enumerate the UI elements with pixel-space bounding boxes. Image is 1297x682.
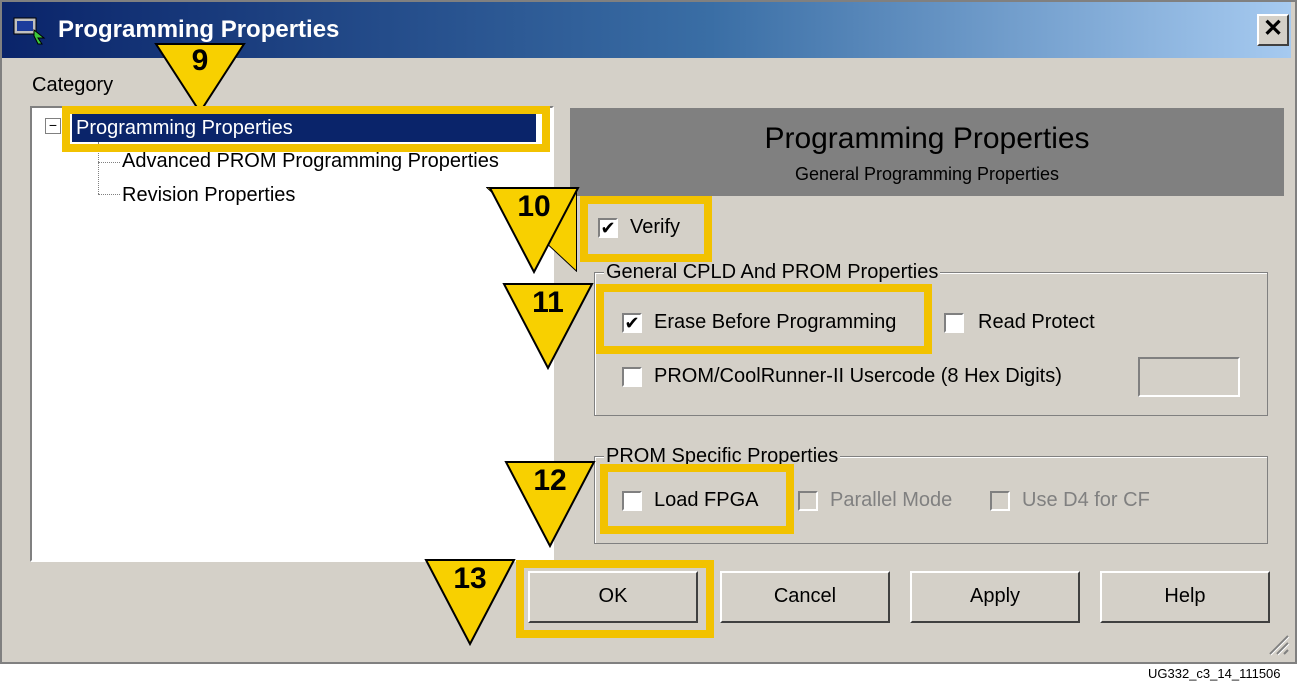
- usercode-label[interactable]: PROM/CoolRunner-II Usercode (8 Hex Digit…: [654, 365, 1062, 388]
- page-header: Programming Properties General Programmi…: [570, 108, 1284, 196]
- close-button[interactable]: ✕: [1257, 14, 1289, 46]
- callout-11-number: 11: [532, 286, 564, 319]
- page-title: Programming Properties: [764, 122, 1090, 155]
- callout-11-highlight: [596, 284, 932, 354]
- tree-item-revision-properties[interactable]: Revision Properties: [122, 184, 295, 207]
- help-button[interactable]: Help: [1100, 571, 1270, 623]
- callout-12-highlight: [600, 464, 794, 534]
- cancel-button[interactable]: Cancel: [720, 571, 890, 623]
- tree-connector: [98, 194, 120, 195]
- callout-9-highlight: [62, 106, 550, 152]
- page-subtitle: General Programming Properties: [794, 164, 1060, 184]
- usercode-checkbox[interactable]: [622, 367, 642, 387]
- collapse-icon[interactable]: −: [45, 118, 61, 134]
- callout-10-number: 10: [517, 190, 551, 223]
- general-properties-legend: General CPLD And PROM Properties: [604, 261, 941, 284]
- usercode-input[interactable]: [1138, 357, 1240, 397]
- apply-button[interactable]: Apply: [910, 571, 1080, 623]
- parallel-mode-label: Parallel Mode: [830, 489, 953, 511]
- figure-id: UG332_c3_14_111506: [1148, 666, 1281, 681]
- window-title: Programming Properties: [58, 16, 340, 43]
- callout-9-number: 9: [191, 44, 209, 77]
- callout-10-highlight: [580, 196, 712, 262]
- read-protect-checkbox[interactable]: [944, 313, 964, 333]
- read-protect-label[interactable]: Read Protect: [978, 311, 1095, 334]
- tree-connector: [98, 162, 120, 163]
- resize-grip-icon[interactable]: [1264, 630, 1290, 656]
- tree-item-advanced-prom[interactable]: Advanced PROM Programming Properties: [122, 150, 499, 173]
- callout-13-highlight: [516, 560, 714, 638]
- app-icon: [13, 17, 46, 45]
- callout-13-number: 13: [453, 562, 487, 595]
- callout-12-number: 12: [533, 464, 567, 497]
- use-d4-label: Use D4 for CF: [1022, 489, 1150, 511]
- use-d4-checkbox: [990, 491, 1010, 511]
- category-label: Category: [32, 74, 114, 96]
- category-tree[interactable]: − Programming Properties Advanced PROM P…: [30, 106, 554, 562]
- parallel-mode-checkbox: [798, 491, 818, 511]
